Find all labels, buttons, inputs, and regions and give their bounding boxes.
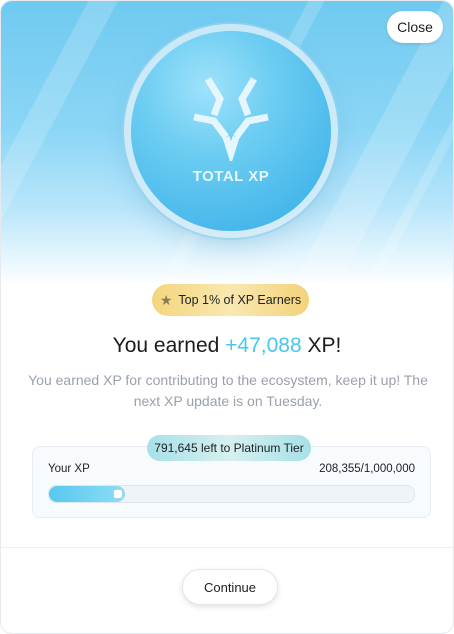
continue-button[interactable]: Continue [182, 569, 278, 605]
badge-label: Top 1% of XP Earners [178, 293, 302, 307]
headline-prefix: You earned [112, 334, 226, 357]
close-button[interactable]: Close [387, 11, 443, 43]
xp-amount: +47,088 [225, 334, 302, 357]
xp-value: 208,355/1,000,000 [319, 463, 415, 475]
headline-suffix: XP! [301, 334, 342, 357]
divider [1, 547, 453, 548]
rank-badge: ★ Top 1% of XP Earners [152, 284, 309, 316]
logo-icon [193, 77, 269, 161]
earned-headline: You earned +47,088 XP! [1, 334, 453, 358]
coin-label: TOTAL XP [192, 168, 270, 185]
xp-progress-knob [113, 489, 124, 499]
star-icon: ★ [159, 291, 173, 308]
hero-banner: TOTAL XP [1, 1, 453, 286]
total-xp-coin: TOTAL XP [131, 31, 331, 231]
description-text: You earned XP for contributing to the ec… [28, 372, 428, 409]
tier-remaining-pill: 791,645 left to Platinum Tier [147, 435, 311, 461]
xp-modal: TOTAL XP Close ★ Top 1% of XP Earners Yo… [0, 0, 454, 634]
xp-progress-bar [48, 485, 415, 503]
xp-label: Your XP [48, 463, 90, 475]
